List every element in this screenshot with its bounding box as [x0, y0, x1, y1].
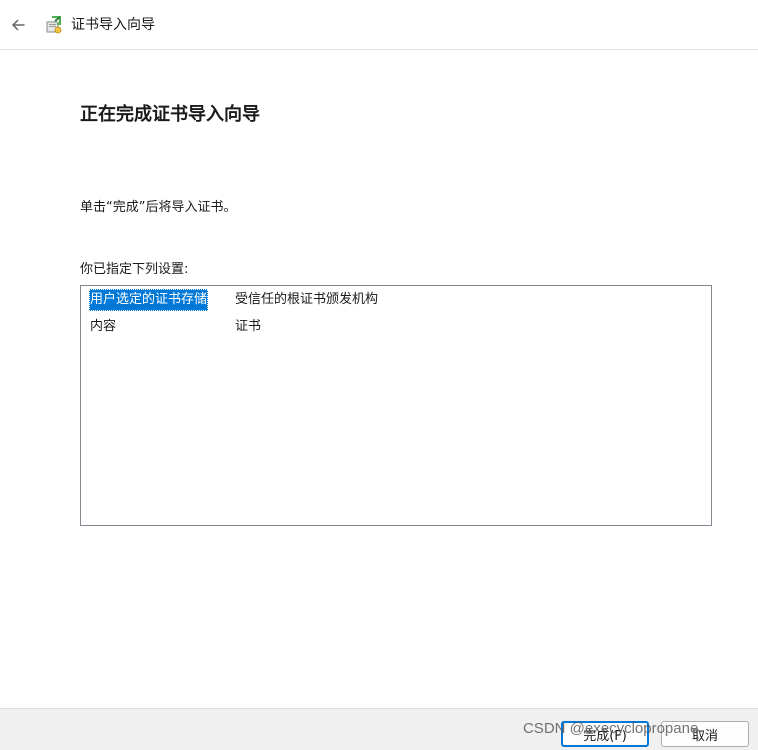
settings-row-key: 用户选定的证书存储	[89, 289, 209, 311]
settings-row-value: 证书	[235, 319, 262, 334]
back-button[interactable]	[6, 13, 30, 37]
settings-label: 你已指定下列设置:	[80, 262, 189, 277]
finish-button[interactable]: 完成(F)	[561, 721, 649, 747]
instruction-text: 单击“完成”后将导入证书。	[80, 200, 237, 215]
settings-row-key: 内容	[90, 319, 117, 334]
page-heading: 正在完成证书导入向导	[80, 104, 260, 125]
settings-row-value: 受信任的根证书颁发机构	[235, 292, 379, 307]
title-bar: 证书导入向导	[0, 0, 758, 50]
window-title: 证书导入向导	[71, 17, 155, 33]
settings-row[interactable]: 用户选定的证书存储 受信任的根证书颁发机构	[89, 289, 689, 311]
cancel-button[interactable]: 取消	[661, 721, 749, 747]
certificate-wizard-icon	[46, 16, 62, 34]
button-bar: 完成(F) 取消	[0, 708, 758, 750]
back-arrow-icon	[12, 19, 25, 31]
settings-list[interactable]: 用户选定的证书存储 受信任的根证书颁发机构 内容 证书	[80, 285, 712, 526]
settings-row[interactable]: 内容 证书	[89, 316, 689, 338]
